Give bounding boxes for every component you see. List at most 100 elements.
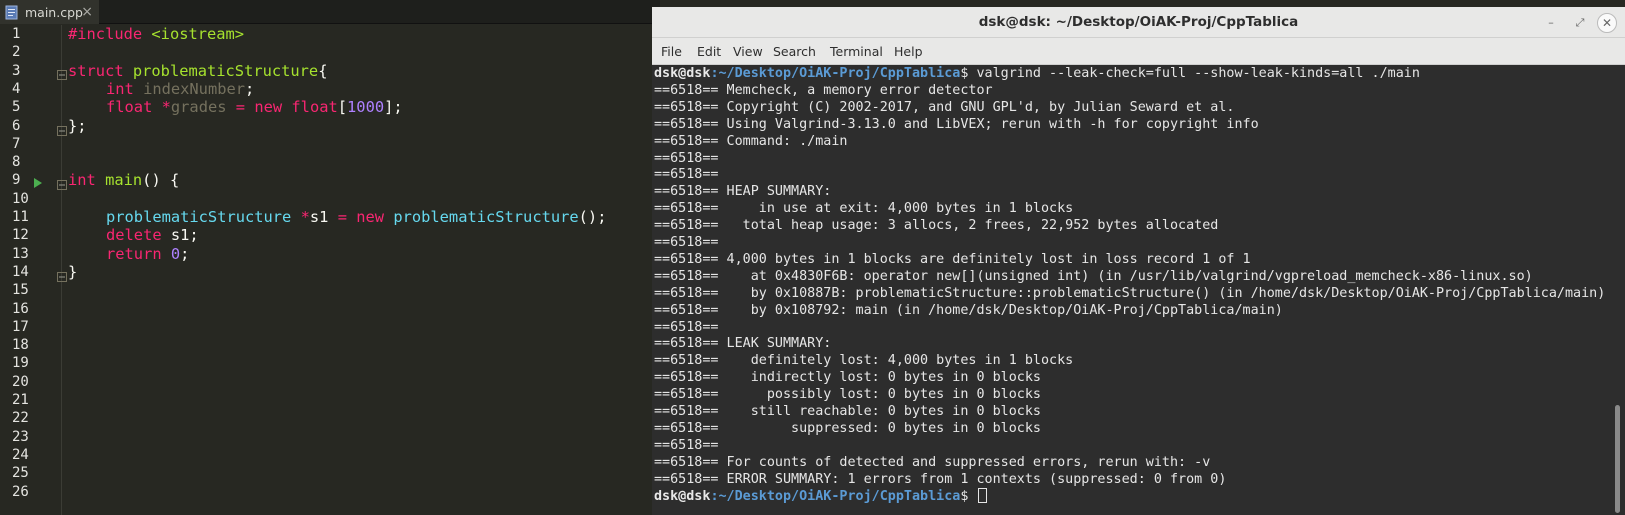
type-name: problematicStructure <box>106 208 292 226</box>
output-line: ==6518== possibly lost: 0 bytes in 0 blo… <box>654 387 1041 403</box>
code-line-11: problematicStructure *s1 = new problemat… <box>106 208 606 227</box>
line-number: 17 <box>12 318 29 335</box>
output-line: ==6518== 4,000 bytes in 1 blocks are def… <box>654 251 1251 267</box>
output-line: ==6518== suppressed: 0 bytes in 0 blocks <box>654 420 1041 436</box>
output-line: ==6518== <box>654 167 719 183</box>
scrollbar-thumb[interactable] <box>1615 405 1620 513</box>
code-line-12: delete s1; <box>106 226 199 245</box>
line-number: 9 <box>12 172 21 189</box>
run-gutter-icon[interactable] <box>33 174 43 193</box>
output-line: ==6518== in use at exit: 4,000 bytes in … <box>654 201 1074 217</box>
line-number: 4 <box>12 80 21 97</box>
punctuation: { <box>318 61 328 80</box>
terminal-scrollbar[interactable] <box>1610 65 1625 515</box>
line-number: 16 <box>12 300 29 317</box>
editor-tab-bar: main.cpp × <box>0 0 660 24</box>
output-line: ==6518== definitely lost: 4,000 bytes in… <box>654 353 1074 369</box>
terminal-output[interactable]: dsk@dsk:~/Desktop/OiAK-Proj/CppTablica$ … <box>654 65 1609 515</box>
menu-help[interactable]: Help <box>894 38 923 65</box>
tab-main-cpp[interactable]: main.cpp × <box>0 0 99 24</box>
punctuation: ; <box>245 79 255 98</box>
menu-file[interactable]: File <box>661 38 682 65</box>
line-number: 15 <box>12 282 29 299</box>
output-line: ==6518== at 0x4830F6B: operator new[](un… <box>654 268 1533 284</box>
operator: = <box>328 208 357 226</box>
punctuation: () { <box>142 171 180 190</box>
constructor-call: problematicStructure <box>393 208 579 226</box>
close-button[interactable]: ✕ <box>1597 13 1617 33</box>
line-number: 26 <box>12 483 29 500</box>
include-target: <iostream> <box>151 25 245 43</box>
line-number: 8 <box>12 154 21 171</box>
line-number: 5 <box>12 99 21 116</box>
menu-terminal[interactable]: Terminal <box>830 38 883 65</box>
code-line-1: #include <iostream> <box>68 25 244 44</box>
fold-end-icon[interactable] <box>57 267 67 282</box>
line-number: 13 <box>12 245 29 262</box>
output-line: ==6518== by 0x10887B: problematicStructu… <box>654 285 1606 301</box>
terminal-window[interactable]: dsk@dsk: ~/Desktop/OiAK-Proj/CppTablica … <box>652 7 1625 515</box>
punctuation: ]; <box>384 98 403 117</box>
keyword: struct <box>68 61 124 80</box>
field-name: indexNumber <box>133 79 246 98</box>
variable: s1 <box>309 208 329 226</box>
field-name: grades <box>170 98 227 117</box>
output-line: ==6518== LEAK SUMMARY: <box>654 336 832 352</box>
statement-rest: s1; <box>161 226 199 245</box>
function-name: main <box>105 171 143 190</box>
code-line-14: } <box>68 262 78 281</box>
output-line: ==6518== <box>654 437 719 453</box>
operator: * <box>152 98 171 117</box>
code-line-6: }; <box>68 116 87 135</box>
text-cursor <box>978 487 988 503</box>
output-line: ==6518== <box>654 235 719 250</box>
prompt-user: dsk@dsk <box>654 66 711 81</box>
maximize-button[interactable]: ⤢ <box>1570 13 1590 33</box>
fold-marker-icon[interactable] <box>57 175 67 190</box>
keyword: return <box>106 244 162 263</box>
line-number: 6 <box>12 117 21 134</box>
keyword: delete <box>106 226 162 245</box>
line-number: 22 <box>12 410 29 427</box>
output-line: ==6518== ERROR SUMMARY: 1 errors from 1 … <box>654 471 1227 487</box>
code-line-4: int indexNumber; <box>106 80 254 99</box>
punctuation: (); <box>578 208 607 226</box>
fold-end-icon[interactable] <box>57 121 67 136</box>
line-number: 3 <box>12 62 21 79</box>
command-line: dsk@dsk:~/Desktop/OiAK-Proj/CppTablica$ … <box>654 65 1420 82</box>
menu-view[interactable]: View <box>733 38 763 65</box>
prompt-path: :~/Desktop/OiAK-Proj/CppTablica <box>710 66 961 81</box>
tab-label: main.cpp <box>25 4 83 20</box>
menu-edit[interactable]: Edit <box>697 38 721 65</box>
preprocessor-directive: #include <box>68 25 152 43</box>
cpp-file-icon <box>5 5 20 20</box>
prompt-sign: $ <box>960 488 977 504</box>
tab-close-icon[interactable]: × <box>81 4 93 20</box>
window-title: dsk@dsk: ~/Desktop/OiAK-Proj/CppTablica <box>978 14 1299 30</box>
line-number: 11 <box>12 209 29 225</box>
output-line: ==6518== <box>654 150 719 166</box>
output-line: ==6518== HEAP SUMMARY: <box>654 184 832 200</box>
output-line: ==6518== Command: ./main <box>654 133 848 149</box>
menu-search[interactable]: Search <box>773 38 816 65</box>
minimize-button[interactable]: – <box>1541 13 1561 33</box>
operator: = <box>226 98 255 117</box>
keyword: int <box>106 79 134 98</box>
fold-marker-icon[interactable] <box>57 65 67 80</box>
terminal-titlebar[interactable]: dsk@dsk: ~/Desktop/OiAK-Proj/CppTablica … <box>652 7 1625 38</box>
output-line: ==6518== For counts of detected and supp… <box>654 454 1211 470</box>
prompt-line[interactable]: dsk@dsk:~/Desktop/OiAK-Proj/CppTablica$ <box>654 487 988 505</box>
terminal-menubar: File Edit View Search Terminal Help <box>652 38 1625 65</box>
output-line: ==6518== indirectly lost: 0 bytes in 0 b… <box>654 370 1041 386</box>
output-line: ==6518== by 0x108792: main (in /home/dsk… <box>654 302 1283 318</box>
line-number-gutter: 1 2 3 4 5 6 7 8 9 10 11 12 13 14 15 16 1… <box>0 25 67 515</box>
prompt-path: :~/Desktop/OiAK-Proj/CppTablica <box>710 488 961 504</box>
line-number: 24 <box>12 446 29 463</box>
keyword: float <box>291 98 338 117</box>
code-editor[interactable]: main.cpp × 1 2 3 4 5 6 7 8 9 10 11 12 13… <box>0 0 660 515</box>
output-line: ==6518== <box>654 319 719 335</box>
keyword: int <box>68 171 96 190</box>
